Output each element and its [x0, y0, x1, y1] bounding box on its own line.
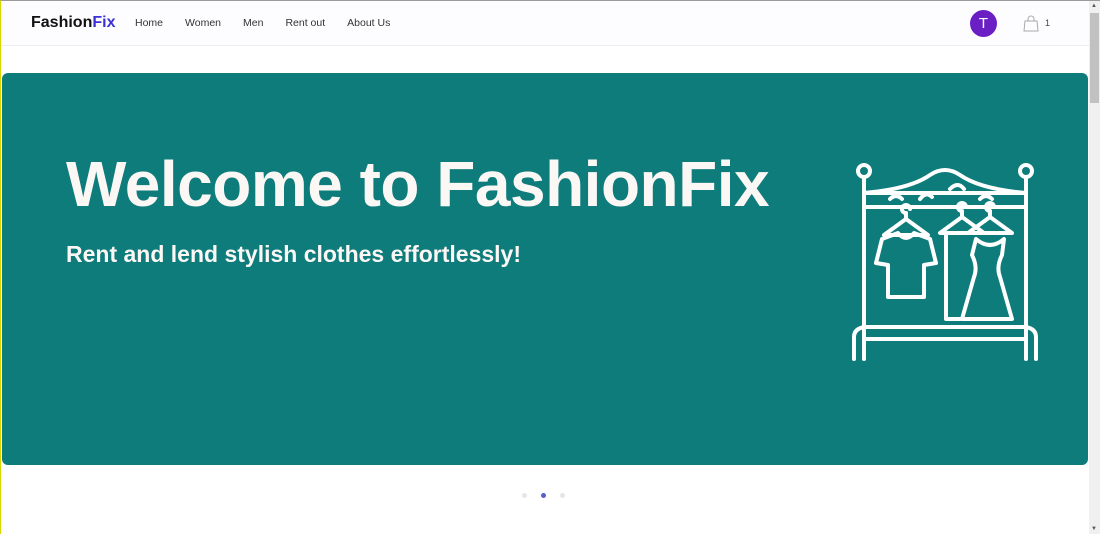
nav-links: Home Women Men Rent out About Us — [135, 17, 390, 29]
scrollbar-thumb[interactable] — [1090, 13, 1099, 103]
nav-link-about-us[interactable]: About Us — [347, 17, 390, 29]
hero-title: Welcome to FashionFix — [66, 148, 770, 220]
hero-banner: Welcome to FashionFix Rent and lend styl… — [2, 73, 1088, 465]
user-avatar[interactable]: T — [970, 10, 997, 37]
nav-link-rent-out[interactable]: Rent out — [285, 17, 325, 29]
carousel-dot-1[interactable] — [522, 493, 527, 498]
nav-link-men[interactable]: Men — [243, 17, 263, 29]
logo-text: Fashion — [31, 14, 93, 31]
scroll-down-icon[interactable]: ▼ — [1091, 526, 1097, 532]
logo-accent-text: Fix — [92, 14, 116, 31]
clothes-rack-icon — [852, 163, 1038, 361]
scroll-up-icon[interactable]: ▲ — [1091, 3, 1097, 9]
hero-subtitle: Rent and lend stylish clothes effortless… — [66, 241, 521, 267]
nav-link-home[interactable]: Home — [135, 17, 163, 29]
vertical-scrollbar[interactable]: ▲ ▼ — [1089, 1, 1100, 534]
shopping-bag-icon[interactable] — [1023, 15, 1039, 32]
nav-link-women[interactable]: Women — [185, 17, 221, 29]
carousel-dot-3[interactable] — [560, 493, 565, 498]
carousel-indicators — [522, 493, 565, 498]
top-navbar: FashionFix Home Women Men Rent out About… — [1, 1, 1089, 46]
carousel-dot-2-active[interactable] — [541, 493, 546, 498]
cart-count: 1 — [1045, 18, 1051, 28]
logo[interactable]: FashionFix — [31, 14, 115, 32]
